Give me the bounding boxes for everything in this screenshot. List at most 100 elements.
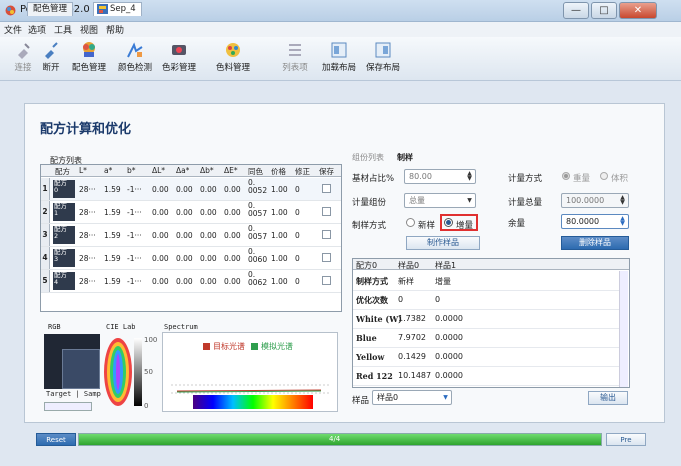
tab-component-list[interactable]: 组份列表 [352, 152, 384, 163]
pre-button[interactable]: Pre [606, 433, 646, 446]
table-row[interactable]: 2 配方 1 28··· 1.59 -1··· 0.00 0.00 0.00 0.00 0. 00… [41, 201, 341, 224]
cell-fix: 0 [295, 254, 300, 263]
spinner-icon[interactable]: ▲ ▼ [465, 171, 474, 182]
cell-db: 0.00 [200, 185, 217, 194]
cell-fix: 0 [295, 231, 300, 240]
col-header-da: Δa* [176, 166, 190, 175]
cell-price: 1.00 [271, 277, 288, 286]
tab-sep4[interactable]: Sep_4 [93, 2, 142, 16]
formula-name-cell: 配方 0 [53, 180, 75, 198]
color-manage-icon [172, 45, 186, 55]
radio-increment[interactable] [444, 218, 453, 227]
calc-mode-label: 计量方式 [508, 174, 543, 184]
col-header-L: L* [79, 166, 87, 175]
unplug-icon [45, 42, 58, 59]
menu-view[interactable]: 视图 [80, 23, 98, 36]
save-checkbox[interactable] [322, 207, 331, 216]
table-row[interactable]: 5 配方 4 28··· 1.59 -1··· 0.00 0.00 0.00 0.00 0. 00… [41, 270, 341, 293]
cell-db: 0.00 [200, 208, 217, 217]
spectrum-gradient-bar [193, 395, 313, 409]
status-bar: Reset 4/4 Pre [30, 428, 651, 452]
export-button[interactable]: 输出 [588, 391, 628, 405]
save-checkbox[interactable] [322, 276, 331, 285]
table-row[interactable]: 1 配方 0 28··· 1.59 -1··· 0.00 0.00 0.00 0.00 0. 00… [41, 178, 341, 201]
menu-tools[interactable]: 工具 [54, 23, 72, 36]
make-sample-button[interactable]: 制作样品 [406, 236, 480, 250]
base-ratio-input[interactable]: 80.00 ▲ ▼ [404, 169, 476, 184]
cie-tick-50: 50 [144, 368, 153, 376]
col-header-dE: ΔE* [224, 166, 238, 175]
table-row[interactable]: 3 配方 2 28··· 1.59 -1··· 0.00 0.00 0.00 0.00 0. 00… [41, 224, 341, 247]
cell-db: 0.00 [200, 254, 217, 263]
sample-select[interactable]: 样品0 ▼ [372, 390, 452, 405]
save-layout-button[interactable]: 保存布局 [360, 40, 406, 78]
cell-L: 28··· [79, 231, 96, 240]
cell-dL: 0.00 [152, 254, 169, 263]
tab-color-match[interactable]: 配色管理 [27, 2, 74, 16]
cell-price: 1.00 [271, 254, 288, 263]
minimize-button[interactable]: — [563, 2, 589, 19]
remaining-input[interactable]: 80.0000 ▲ ▼ [561, 214, 629, 229]
calc-group-select[interactable]: 总量 ▼ [404, 193, 476, 208]
calc-total-input[interactable]: 100.0000 ▲ ▼ [561, 193, 629, 208]
row-index[interactable]: 4 [41, 247, 50, 269]
cell-a: 1.59 [104, 185, 121, 194]
list-items-button[interactable]: 列表项 [272, 40, 318, 78]
save-checkbox[interactable] [322, 230, 331, 239]
reset-button[interactable]: Reset [36, 433, 76, 446]
cell-fix: 0 [295, 277, 300, 286]
result-row-label: Yellow [356, 352, 385, 362]
result-cell: 0.1429 [398, 352, 426, 361]
save-checkbox[interactable] [322, 253, 331, 262]
tab-make-sample[interactable]: 制样 [397, 152, 413, 163]
cell-price: 1.00 [271, 185, 288, 194]
color-match-button[interactable]: 配色管理 [66, 40, 112, 78]
color-management-button[interactable]: 色彩管理 [156, 40, 202, 78]
row-index[interactable]: 1 [41, 178, 50, 200]
result-cell: 增量 [435, 277, 451, 286]
table-row[interactable]: 4 配方 3 28··· 1.59 -1··· 0.00 0.00 0.00 0.00 0. 00… [41, 247, 341, 270]
delete-sample-button[interactable]: 删除样品 [561, 236, 629, 250]
cell-dE: 0.00 [224, 208, 241, 217]
save-checkbox[interactable] [322, 184, 331, 193]
menu-file[interactable]: 文件 [4, 23, 22, 36]
col-header-dL: ΔL* [152, 166, 166, 175]
result-row-label: White (W) [356, 314, 402, 324]
row-index[interactable]: 5 [41, 270, 50, 292]
cell-dE: 0.00 [224, 254, 241, 263]
pigment-management-button[interactable]: 色料管理 [210, 40, 256, 78]
cell-db: 0.00 [200, 231, 217, 240]
row-index[interactable]: 3 [41, 224, 50, 246]
load-layout-button[interactable]: 加载布局 [316, 40, 362, 78]
close-button[interactable]: ✕ [619, 2, 657, 19]
menu-options[interactable]: 选项 [28, 23, 46, 36]
menu-help[interactable]: 帮助 [106, 23, 124, 36]
maximize-button[interactable]: □ [591, 2, 617, 19]
cell-a: 1.59 [104, 277, 121, 286]
row-divider [353, 309, 619, 310]
row-divider [353, 366, 619, 367]
swatch-scrollbar[interactable] [44, 402, 92, 411]
menu-bar: 文件 选项 工具 视图 帮助 [0, 22, 681, 37]
cell-meta: 0. 0052 [248, 179, 268, 195]
cell-b: -1··· [127, 208, 142, 217]
row-divider [353, 385, 619, 386]
radio-volume[interactable] [600, 172, 608, 180]
spinner-icon[interactable]: ▲ ▼ [618, 195, 627, 206]
chevron-down-icon: ▼ [467, 197, 472, 204]
legend-sim: 模拟光谱 [261, 342, 293, 351]
row-index[interactable]: 2 [41, 201, 50, 223]
radio-new-sample[interactable] [406, 218, 415, 227]
cell-fix: 0 [295, 185, 300, 194]
cell-dL: 0.00 [152, 231, 169, 240]
formula-name-cell: 配方 4 [53, 272, 75, 290]
color-detect-button[interactable]: 颜色检测 [112, 40, 158, 78]
result-cell: 1.7382 [398, 314, 426, 323]
result-scrollbar[interactable] [619, 271, 628, 387]
row-divider [353, 290, 619, 291]
radio-weight[interactable] [562, 172, 570, 180]
spinner-icon[interactable]: ▲ ▼ [618, 216, 627, 227]
progress-bar: 4/4 [78, 433, 602, 446]
pigment-icon [226, 43, 240, 57]
col-header-db: Δb* [200, 166, 214, 175]
